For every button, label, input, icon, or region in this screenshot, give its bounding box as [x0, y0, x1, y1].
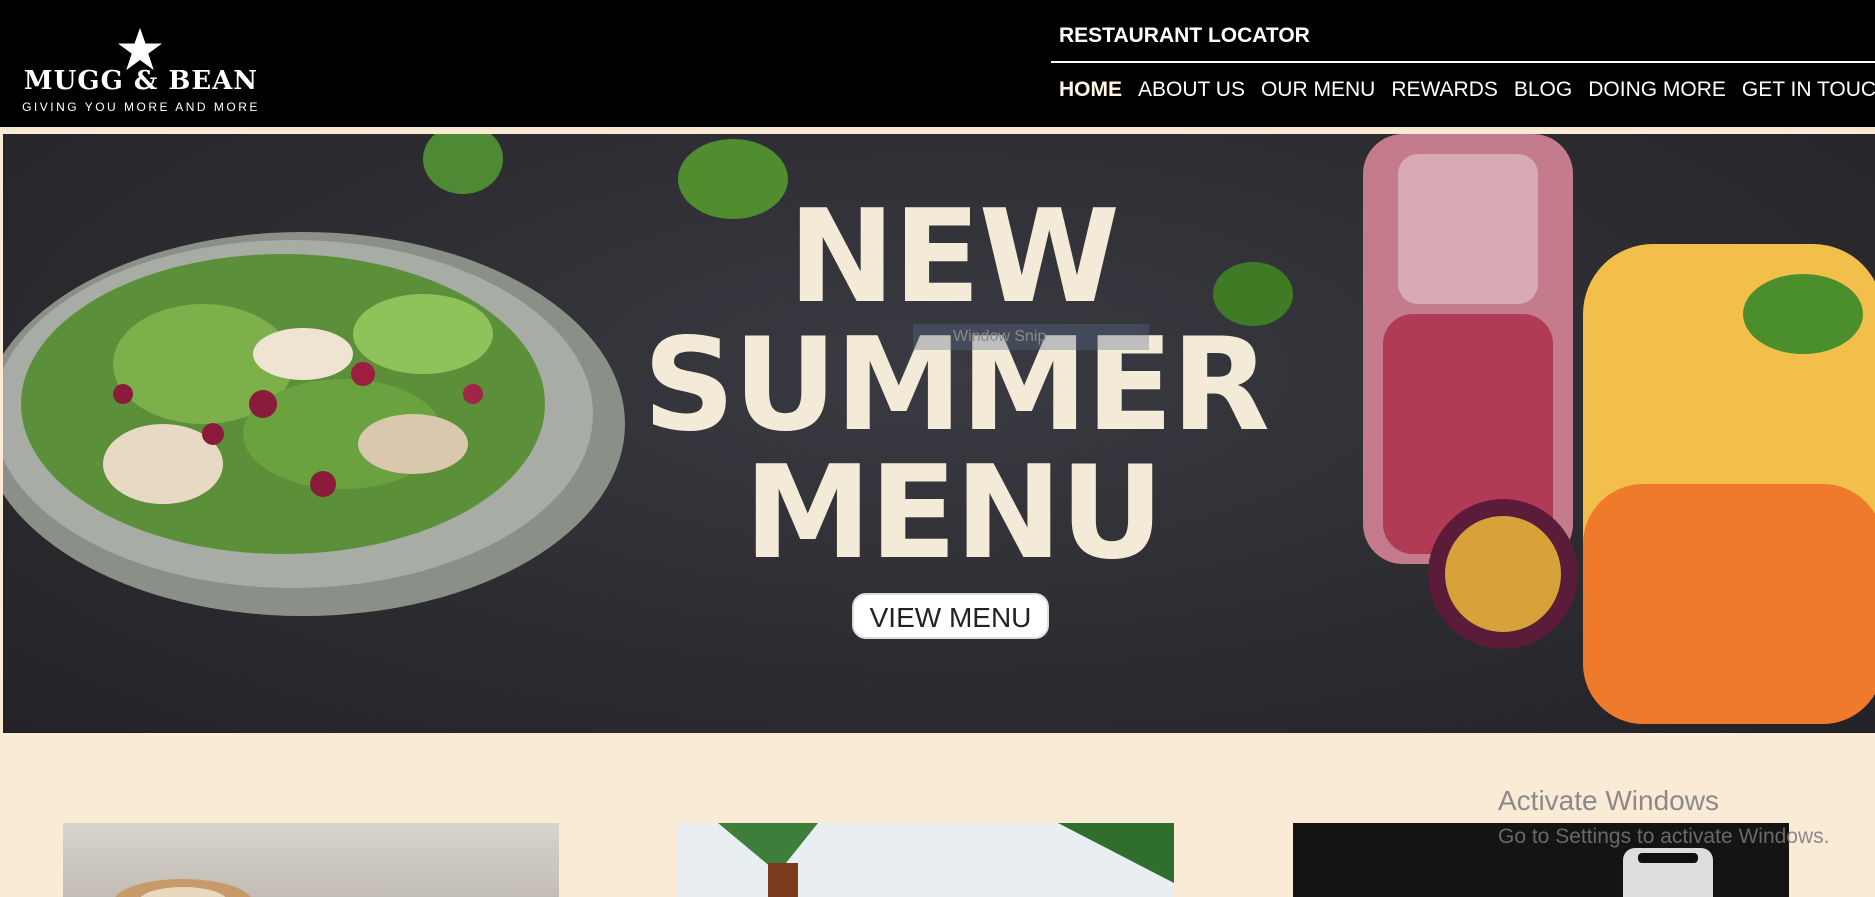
- nav-item-doing-more[interactable]: DOING MORE: [1588, 78, 1726, 102]
- view-menu-button[interactable]: VIEW MENU: [852, 593, 1049, 639]
- palm-leaves-image: [718, 823, 1174, 897]
- orange-smoothie-jar-image: [1583, 244, 1875, 724]
- nav-item-blog[interactable]: BLOG: [1514, 78, 1572, 102]
- nav-item-our-menu[interactable]: OUR MENU: [1261, 78, 1375, 102]
- watermark-title: Activate Windows: [1498, 785, 1719, 816]
- restaurant-locator-link[interactable]: RESTAURANT LOCATOR: [1059, 24, 1310, 48]
- spinach-leaf-1: [423, 134, 503, 194]
- logo[interactable]: MUGG & BEAN GIVING YOU MORE AND MORE: [21, 26, 261, 116]
- logo-tagline: GIVING YOU MORE AND MORE: [22, 100, 260, 114]
- promo-card-coffee[interactable]: [63, 823, 559, 897]
- hero-headline: NEW SUMMER MENU: [643, 183, 1270, 588]
- coffee-cup-image: [115, 879, 251, 897]
- nav-item-rewards[interactable]: REWARDS: [1391, 78, 1498, 102]
- headline-line-3: MENU: [744, 439, 1164, 588]
- activate-windows-watermark: Activate Windows Go to Settings to activ…: [1498, 785, 1830, 849]
- site-header: MUGG & BEAN GIVING YOU MORE AND MORE RES…: [0, 0, 1875, 130]
- main-nav: HOME ABOUT US OUR MENU REWARDS BLOG DOIN…: [1059, 78, 1875, 102]
- logo-name: MUGG & BEAN: [23, 66, 259, 96]
- passion-fruit-image: [1428, 499, 1578, 649]
- window-snip-overlay: Window Snip: [913, 324, 1149, 350]
- headline-line-1: NEW: [788, 183, 1120, 332]
- nav-item-about-us[interactable]: ABOUT US: [1138, 78, 1245, 102]
- pink-drink-bottle-image: [1363, 134, 1573, 564]
- hero-banner: NEW SUMMER MENU Window Snip VIEW MENU: [3, 134, 1875, 733]
- nav-item-home[interactable]: HOME: [1059, 78, 1122, 102]
- nav-divider: [1051, 61, 1875, 63]
- salad-plate-image: [3, 232, 625, 616]
- watermark-subtitle: Go to Settings to activate Windows.: [1498, 825, 1830, 848]
- nav-item-get-in-touch[interactable]: GET IN TOUCH: [1742, 78, 1875, 102]
- promo-card-tropical[interactable]: [678, 823, 1174, 897]
